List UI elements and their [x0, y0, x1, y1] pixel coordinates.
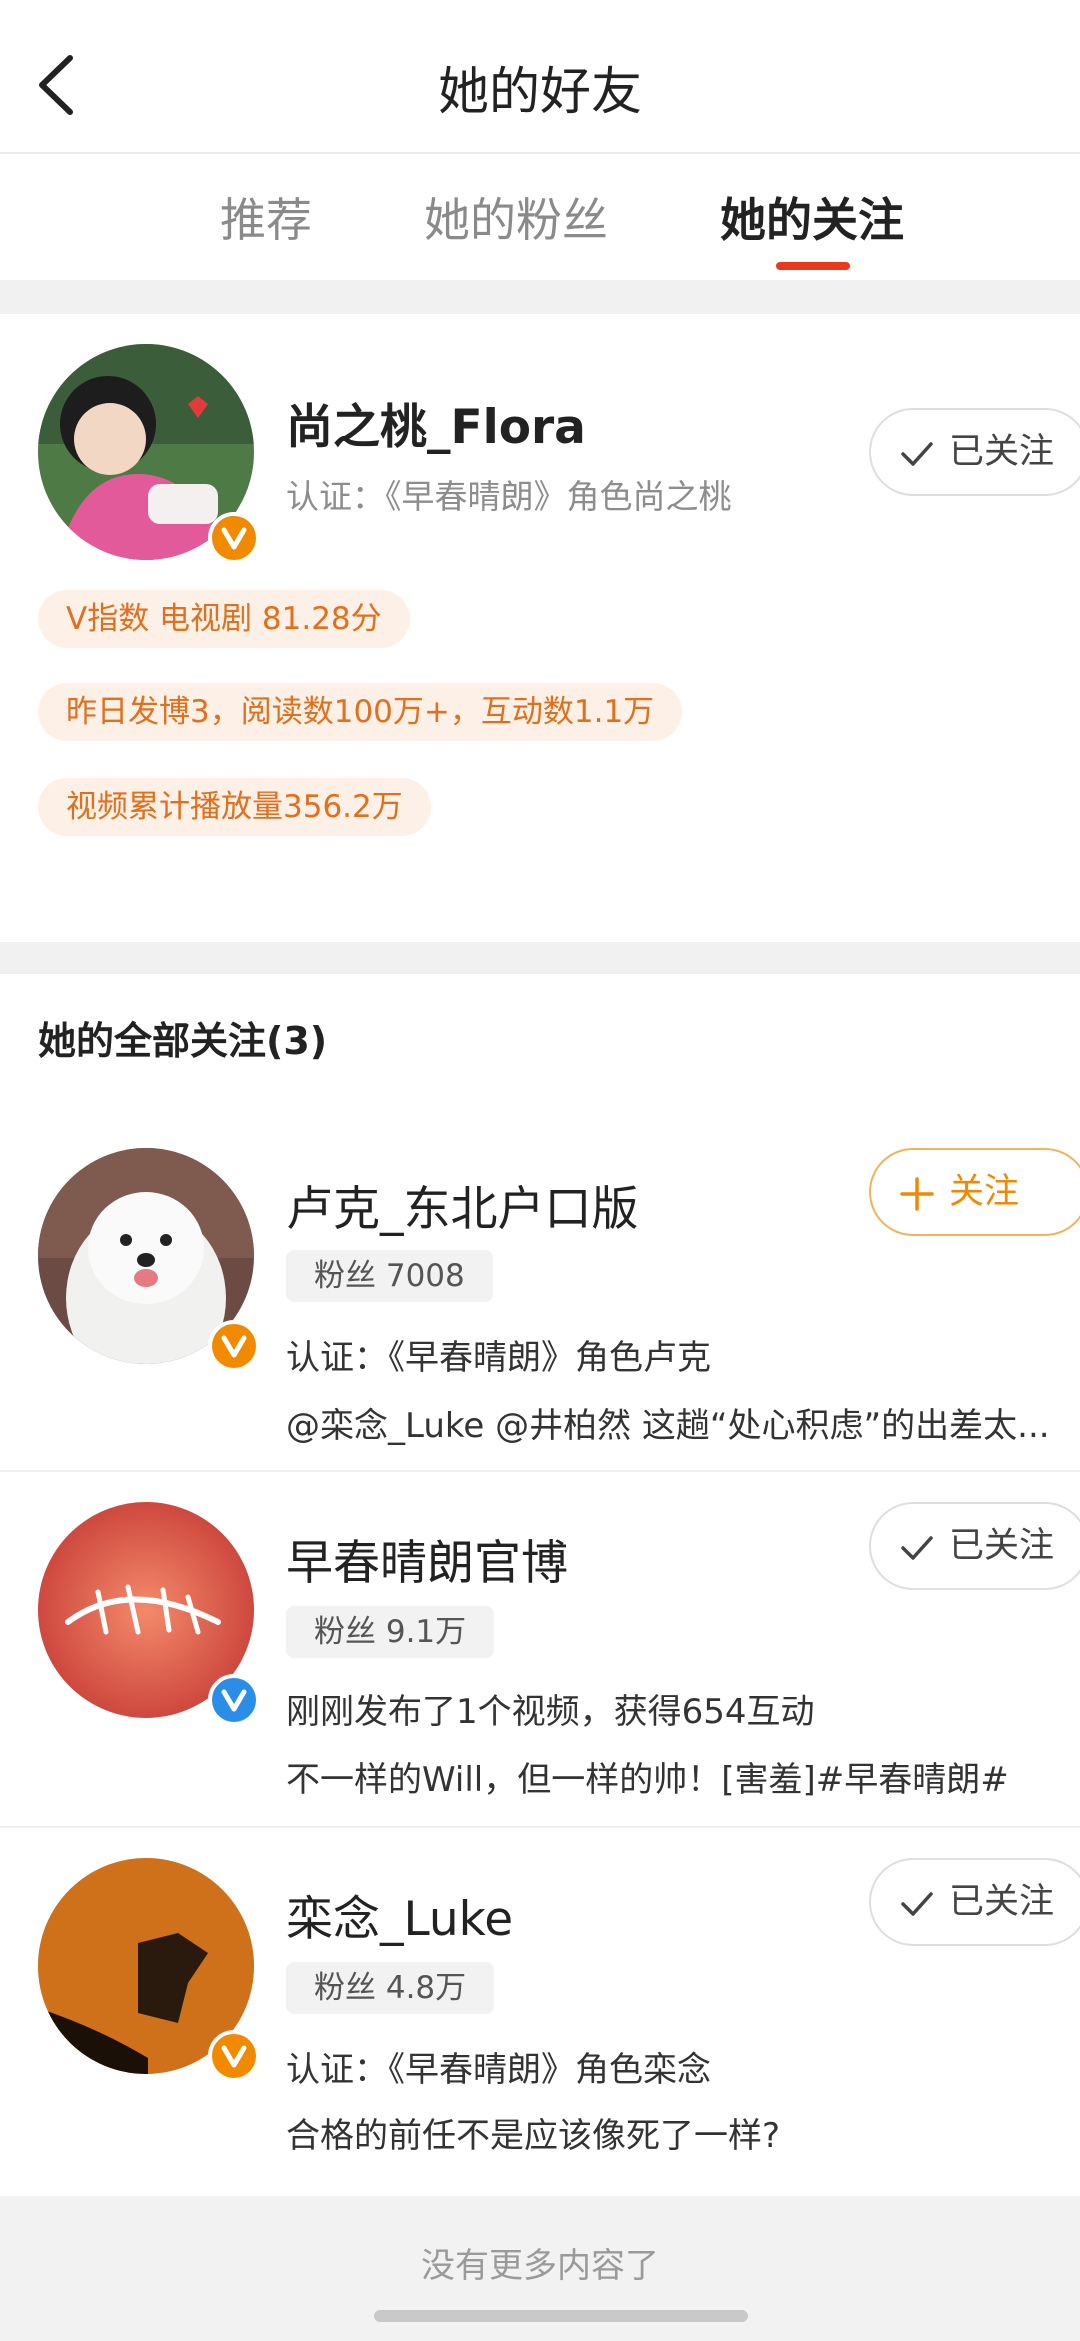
home-indicator[interactable] [374, 2310, 748, 2322]
user-name[interactable]: 卢克_东北户口版 [286, 1170, 639, 1239]
plus-icon [900, 1177, 934, 1211]
verification-text: 认证：《早春晴朗》角色尚之桃 [286, 477, 732, 516]
no-more-content-text: 没有更多内容了 [421, 2246, 659, 2286]
user-name[interactable]: 尚之桃_Flora [286, 388, 586, 457]
verified-badge-icon [208, 1320, 260, 1372]
fans-count-badge: 粉丝 9.1万 [286, 1606, 495, 1658]
latest-post-text: @栾念_Luke @井柏然 这趟“处心积虑”的出差太... [286, 1406, 1050, 1446]
button-label: 已关注 [949, 1526, 1055, 1566]
tab-bar: 推荐 她的粉丝 她的关注 [0, 154, 1080, 280]
followed-button[interactable]: 已关注 [869, 1858, 1080, 1946]
row-divider [0, 1470, 1080, 1472]
button-label: 已关注 [949, 432, 1055, 472]
section-title: 她的全部关注(3) [38, 1019, 328, 1063]
follow-button[interactable]: 关注 [869, 1148, 1080, 1236]
tab-recommended[interactable]: 推荐 [220, 184, 312, 250]
latest-post-text: 不一样的Will，但一样的帅！[害羞]#早春晴朗# [286, 1760, 1009, 1800]
verified-badge-icon [208, 512, 260, 564]
verified-badge-icon [208, 1674, 260, 1726]
recent-activity-text: 刚刚发布了1个视频，获得654互动 [286, 1692, 815, 1732]
button-label: 已关注 [949, 1882, 1055, 1922]
user-name[interactable]: 早春晴朗官博 [286, 1524, 568, 1593]
section-gap [0, 942, 1080, 974]
check-icon [901, 442, 933, 466]
check-icon [901, 1536, 933, 1560]
page-title: 她的好友 [437, 63, 642, 122]
user-name[interactable]: 栾念_Luke [286, 1880, 513, 1949]
button-label: 关注 [949, 1172, 1020, 1212]
stat-chip: 昨日发博3，阅读数100万+，互动数1.1万 [38, 683, 683, 741]
stat-chip: 视频累计播放量356.2万 [38, 778, 431, 836]
fans-count-badge: 粉丝 4.8万 [286, 1962, 495, 2014]
verification-text: 认证：《早春晴朗》角色栾念 [286, 2050, 711, 2090]
fans-count-badge: 粉丝 7008 [286, 1250, 493, 1302]
section-gap [0, 280, 1080, 314]
followed-button[interactable]: 已关注 [869, 1502, 1080, 1590]
tab-her-fans[interactable]: 她的粉丝 [424, 184, 608, 250]
tab-her-following[interactable]: 她的关注 [720, 184, 904, 250]
stat-chip: V指数 电视剧 81.28分 [38, 590, 410, 648]
top-bar: 她的好友 [0, 0, 1080, 152]
active-tab-indicator [776, 262, 850, 270]
verification-text: 认证：《早春晴朗》角色卢克 [286, 1338, 711, 1378]
row-divider [0, 1826, 1080, 1828]
followed-button[interactable]: 已关注 [869, 408, 1080, 496]
check-icon [901, 1892, 933, 1916]
verified-badge-icon [208, 2030, 260, 2082]
latest-post-text: 合格的前任不是应该像死了一样? [286, 2116, 781, 2156]
